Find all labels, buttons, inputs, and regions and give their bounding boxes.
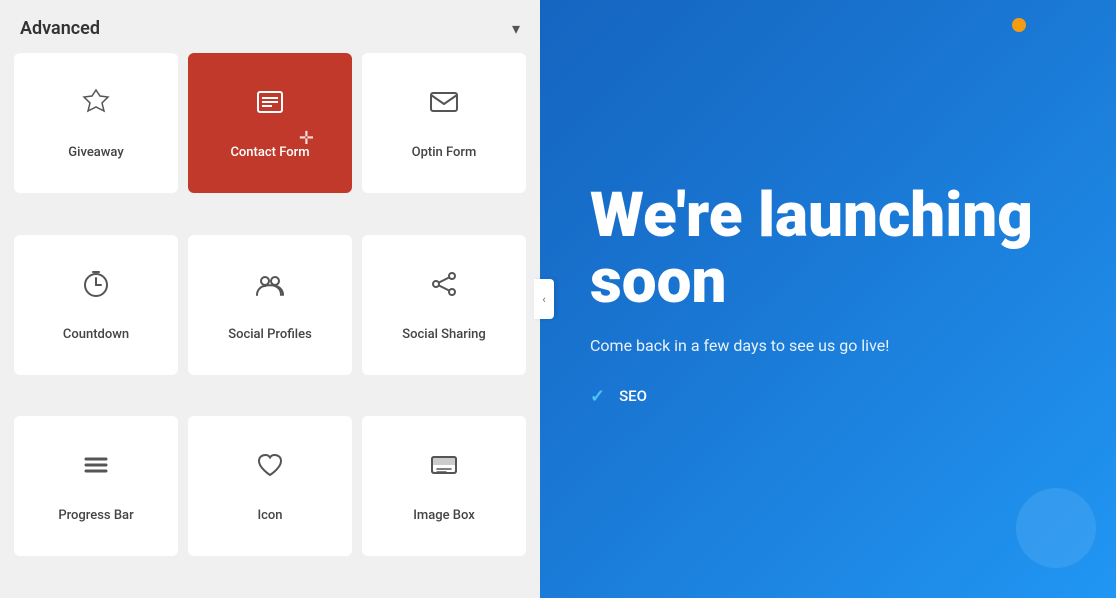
grid-item-icon[interactable]: Icon	[188, 416, 352, 556]
move-cursor-icon: ✛	[299, 128, 314, 149]
preview-subtext: Come back in a few days to see us go liv…	[590, 334, 910, 358]
grid-item-countdown[interactable]: Countdown	[14, 235, 178, 375]
collapse-panel-tab[interactable]: ‹	[534, 279, 554, 319]
progress-bar-icon	[80, 449, 112, 498]
left-panel: Advanced ▾ Giveaway	[0, 0, 540, 598]
contact-form-label: Contact Form	[230, 145, 309, 160]
grid-item-contact-form[interactable]: Contact Form ✛	[188, 53, 352, 193]
left-panel-wrapper: Advanced ▾ Giveaway	[0, 0, 540, 598]
social-profiles-label: Social Profiles	[228, 327, 312, 342]
social-sharing-icon	[428, 268, 460, 317]
giveaway-label: Giveaway	[68, 145, 123, 160]
grid-item-image-box[interactable]: Image Box	[362, 416, 526, 556]
progress-bar-label: Progress Bar	[58, 508, 133, 523]
collapse-chevron-icon: ‹	[542, 293, 545, 306]
widget-grid: Giveaway Contact Form ✛	[0, 53, 540, 598]
countdown-icon	[80, 268, 112, 317]
social-sharing-label: Social Sharing	[402, 327, 486, 342]
feature-list: ✓ SEO	[590, 386, 1066, 407]
chevron-down-icon[interactable]: ▾	[512, 19, 520, 38]
icon-widget-icon	[254, 449, 286, 498]
countdown-label: Countdown	[63, 327, 129, 342]
optin-form-icon	[428, 86, 460, 135]
grid-item-progress-bar[interactable]: Progress Bar	[14, 416, 178, 556]
check-icon: ✓	[590, 386, 605, 407]
grid-item-social-sharing[interactable]: Social Sharing	[362, 235, 526, 375]
grid-item-optin-form[interactable]: Optin Form	[362, 53, 526, 193]
giveaway-icon	[80, 86, 112, 135]
grid-item-giveaway[interactable]: Giveaway	[14, 53, 178, 193]
preview-content: We're launching soon Come back in a few …	[590, 183, 1066, 414]
icon-label: Icon	[257, 508, 282, 523]
panel-title: Advanced	[20, 18, 100, 39]
grid-item-social-profiles[interactable]: Social Profiles	[188, 235, 352, 375]
decorative-dot-orange	[1012, 18, 1026, 32]
preview-heading: We're launching soon	[590, 183, 1066, 313]
panel-header: Advanced ▾	[0, 0, 540, 53]
image-box-icon	[428, 449, 460, 498]
feature-label-seo: SEO	[619, 387, 647, 405]
feature-item-seo: ✓ SEO	[590, 386, 1066, 407]
decorative-dot-blue	[1016, 488, 1096, 568]
image-box-label: Image Box	[413, 508, 475, 523]
optin-form-label: Optin Form	[412, 145, 477, 160]
social-profiles-icon	[254, 268, 286, 317]
preview-panel: We're launching soon Come back in a few …	[540, 0, 1116, 598]
contact-form-icon	[254, 86, 286, 135]
